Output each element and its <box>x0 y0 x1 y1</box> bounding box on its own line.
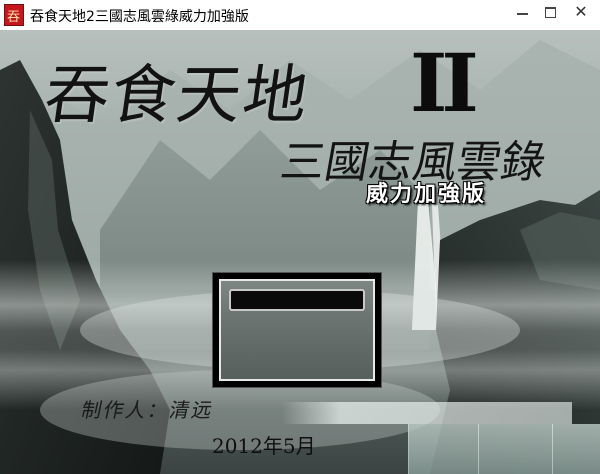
mist-strip <box>282 402 572 424</box>
close-icon: ✕ <box>574 2 588 21</box>
title-bar[interactable]: 吞食天地2三國志風雲綠威力加強版 ✕ <box>0 0 600 30</box>
maximize-icon <box>545 7 556 18</box>
game-title: 吞食天地 <box>39 59 315 133</box>
title-screen: 吞食天地 II 三國志風雲錄 威力加強版 制作人：清远 2012年5月 <box>0 30 600 474</box>
name-input[interactable] <box>229 289 365 311</box>
release-date: 2012年5月 <box>212 434 316 458</box>
author-credit: 制作人：清远 <box>79 398 217 422</box>
start-dialog <box>212 272 382 388</box>
start-dialog-body <box>219 279 375 381</box>
edition-label: 威力加強版 <box>366 182 487 207</box>
app-window: 吞食天地2三國志風雲綠威力加強版 ✕ <box>0 0 600 474</box>
maximize-button[interactable] <box>536 1 566 23</box>
app-logo-icon[interactable] <box>4 4 24 26</box>
minimize-button[interactable] <box>508 1 538 23</box>
close-button[interactable]: ✕ <box>566 1 596 23</box>
minimize-icon <box>517 13 528 15</box>
game-title-numeral: II <box>410 36 479 130</box>
mist-tiles <box>408 424 600 474</box>
window-title: 吞食天地2三國志風雲綠威力加強版 <box>30 9 249 25</box>
